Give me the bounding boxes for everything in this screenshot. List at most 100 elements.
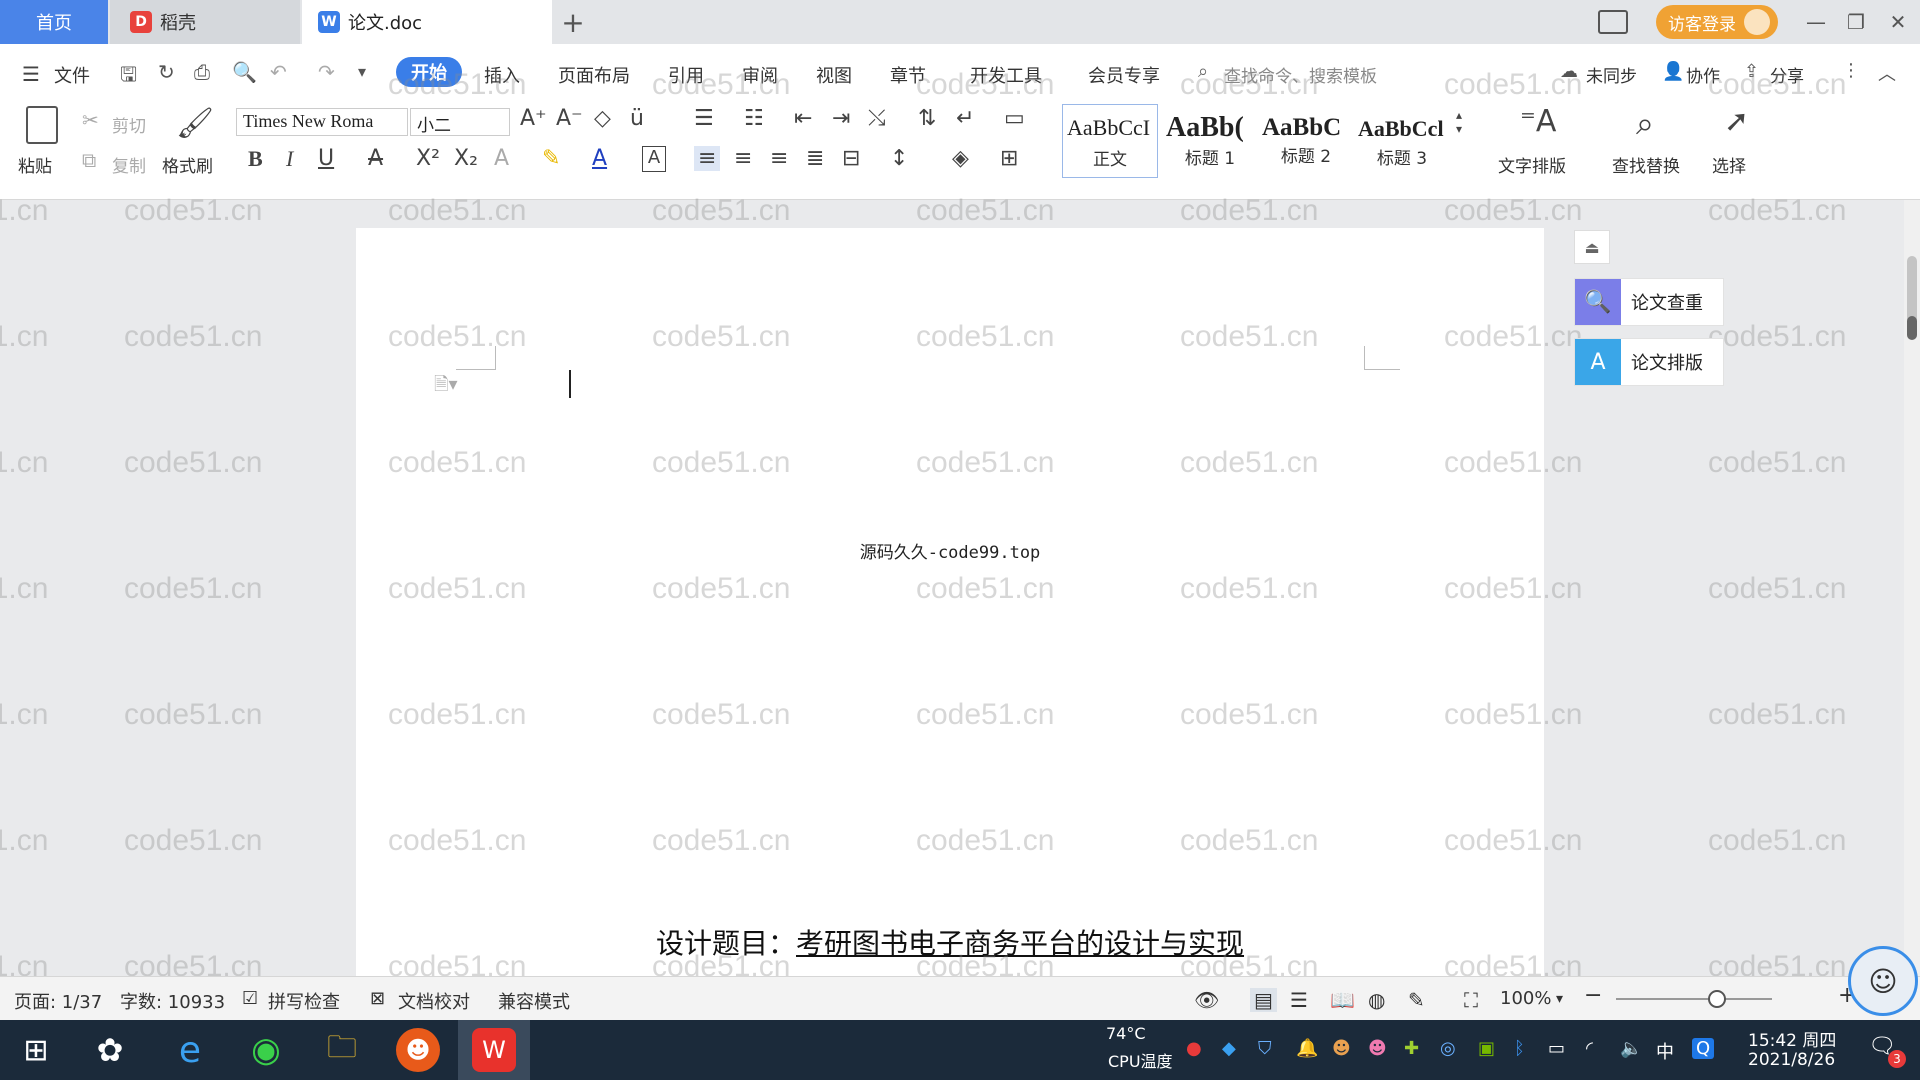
zoom-out-icon[interactable]: − bbox=[1584, 983, 1602, 1008]
side-panel-collapse-icon[interactable]: ⏏ bbox=[1574, 230, 1610, 264]
write-view-icon[interactable]: ✎ bbox=[1408, 988, 1425, 1012]
tab-document[interactable]: W 论文.doc bbox=[302, 0, 552, 44]
cut-icon[interactable]: ✂ bbox=[82, 108, 99, 132]
page-indicator[interactable]: 页面: 1/37 bbox=[14, 988, 102, 1014]
more-icon[interactable]: ⋮ bbox=[1842, 60, 1860, 81]
font-name-select[interactable]: Times New Roma bbox=[236, 108, 408, 136]
word-count[interactable]: 字数: 10933 bbox=[120, 988, 225, 1014]
shading-icon[interactable]: ◈ bbox=[952, 146, 969, 171]
clear-format-icon[interactable]: ◇ bbox=[594, 106, 611, 131]
tray-shield-icon[interactable]: ⛉ bbox=[1258, 1038, 1272, 1059]
print-preview-icon[interactable]: 🔍 bbox=[232, 60, 257, 84]
new-tab-button[interactable]: + bbox=[556, 0, 590, 44]
tab-devtools[interactable]: 开发工具 bbox=[970, 62, 1042, 88]
redo-icon[interactable]: ↷ bbox=[318, 60, 335, 84]
select-button[interactable]: 选择 bbox=[1712, 152, 1746, 177]
increase-indent-icon[interactable]: ⇥ bbox=[832, 106, 850, 131]
styles-more-icon[interactable]: ▴ ▾ bbox=[1456, 108, 1462, 136]
style-heading-2[interactable]: AaBbC 标题 2 bbox=[1258, 104, 1354, 178]
font-color-icon[interactable]: A bbox=[592, 146, 607, 171]
clock-time[interactable]: 15:42 周四 bbox=[1748, 1026, 1836, 1051]
style-normal[interactable]: AaBbCcI 正文 bbox=[1062, 104, 1158, 178]
align-left-icon[interactable]: ≡ bbox=[694, 146, 721, 171]
restore-icon[interactable]: ❐ bbox=[1836, 0, 1876, 44]
bold-icon[interactable]: B bbox=[248, 146, 263, 172]
zoom-slider-handle[interactable] bbox=[1708, 990, 1726, 1008]
find-replace-icon[interactable]: ⌕ bbox=[1636, 104, 1654, 143]
menu-file[interactable]: 文件 bbox=[54, 62, 90, 88]
show-marks-icon[interactable]: ↵ bbox=[956, 106, 974, 131]
wps-taskbar-active[interactable]: W bbox=[458, 1020, 530, 1080]
paragraph-options-icon[interactable]: 🗎▾ bbox=[434, 372, 458, 402]
nvidia-icon[interactable]: ▣ bbox=[1478, 1038, 1495, 1059]
share-button[interactable]: 分享 bbox=[1770, 62, 1804, 87]
tab-home[interactable]: 首页 bbox=[0, 0, 108, 44]
style-heading-3[interactable]: AaBbCcl 标题 3 bbox=[1354, 104, 1450, 178]
numbered-list-icon[interactable]: ☷ bbox=[744, 106, 764, 131]
minimize-icon[interactable]: — bbox=[1796, 0, 1836, 44]
tab-insert[interactable]: 插入 bbox=[484, 62, 520, 88]
export-icon[interactable]: ↻ bbox=[158, 60, 175, 84]
ime-indicator[interactable]: 中 bbox=[1656, 1038, 1674, 1064]
font-size-select[interactable]: 小二 bbox=[410, 108, 510, 136]
guest-login-button[interactable]: 访客登录 bbox=[1656, 5, 1778, 39]
align-right-icon[interactable]: ≡ bbox=[770, 146, 788, 171]
tray-app-red-icon[interactable]: ● bbox=[1186, 1038, 1202, 1059]
sort-icon[interactable]: ⇅ bbox=[918, 106, 936, 131]
text-layout-icon[interactable]: ⁼A bbox=[1520, 104, 1556, 139]
tab-page-layout[interactable]: 页面布局 bbox=[558, 62, 630, 88]
volume-icon[interactable]: 🔈 bbox=[1620, 1038, 1642, 1059]
bullet-list-icon[interactable]: ☰ bbox=[694, 106, 714, 131]
borders-icon[interactable]: ⊞ bbox=[1000, 146, 1018, 171]
zoom-slider[interactable] bbox=[1616, 998, 1772, 1000]
tray-q-icon[interactable]: Q bbox=[1692, 1038, 1715, 1059]
align-center-icon[interactable]: ≡ bbox=[734, 146, 752, 171]
highlight-icon[interactable]: ✎ bbox=[542, 146, 560, 171]
undo-icon[interactable]: ↶ bbox=[270, 60, 287, 84]
collab-button[interactable]: 协作 bbox=[1686, 62, 1720, 87]
tab-start[interactable]: 开始 bbox=[396, 57, 462, 87]
tab-reference[interactable]: 引用 bbox=[668, 62, 704, 88]
close-icon[interactable]: ✕ bbox=[1878, 0, 1918, 44]
tab-view[interactable]: 视图 bbox=[816, 62, 852, 88]
find-replace-button[interactable]: 查找替换 bbox=[1612, 152, 1680, 177]
eye-protect-icon[interactable]: 👁 bbox=[1194, 988, 1219, 1012]
page-view-icon[interactable]: ▤ bbox=[1250, 988, 1277, 1012]
ie-browser-icon[interactable]: e bbox=[168, 1028, 212, 1072]
bluetooth-icon[interactable]: ᛒ bbox=[1514, 1038, 1525, 1059]
format-painter-icon[interactable]: 🖌 bbox=[176, 106, 214, 141]
text-direction-icon[interactable]: ⤯ bbox=[868, 106, 886, 131]
battery-icon[interactable]: ▭ bbox=[1548, 1038, 1565, 1059]
decrease-indent-icon[interactable]: ⇤ bbox=[794, 106, 812, 131]
format-painter-button[interactable]: 格式刷 bbox=[162, 152, 213, 177]
grow-font-icon[interactable]: A⁺ bbox=[520, 106, 547, 131]
select-cursor-icon[interactable]: ➚ bbox=[1724, 104, 1749, 139]
hamburger-icon[interactable]: ☰ bbox=[22, 62, 40, 86]
save-icon[interactable]: 🖫 bbox=[120, 60, 137, 94]
char-border-icon[interactable]: A bbox=[642, 146, 666, 172]
outline-view-icon[interactable]: ☰ bbox=[1290, 988, 1308, 1012]
line-spacing-icon[interactable]: ↕ bbox=[890, 146, 908, 171]
copy-icon[interactable]: ⧉ bbox=[82, 148, 96, 172]
web-view-icon[interactable]: ◍ bbox=[1368, 988, 1385, 1012]
tab-review[interactable]: 审阅 bbox=[742, 62, 778, 88]
clock-date[interactable]: 2021/8/26 bbox=[1748, 1050, 1835, 1070]
tray-qq-icon[interactable]: ☻ bbox=[1332, 1038, 1351, 1059]
reading-view-icon[interactable]: 📖 bbox=[1330, 988, 1355, 1012]
assistant-avatar[interactable]: ☺ bbox=[1848, 946, 1918, 1016]
windows-start-icon[interactable]: ⊞ bbox=[14, 1028, 58, 1072]
paper-check-button[interactable]: 🔍 论文查重 bbox=[1574, 278, 1724, 326]
text-effect-icon[interactable]: A bbox=[494, 146, 509, 171]
style-heading-1[interactable]: AaBb( 标题 1 bbox=[1162, 104, 1258, 178]
fit-page-icon[interactable]: ⛶ bbox=[1464, 988, 1478, 1012]
shrink-font-icon[interactable]: A⁻ bbox=[556, 106, 583, 131]
recorder-app-icon[interactable]: ☻ bbox=[396, 1028, 440, 1072]
superscript-icon[interactable]: X² bbox=[416, 146, 440, 171]
text-layout-button[interactable]: 文字排版 bbox=[1498, 152, 1566, 177]
ruler-icon[interactable]: ▭ bbox=[1004, 106, 1025, 131]
command-search-input[interactable]: 查找命令、搜索模板 bbox=[1224, 62, 1377, 87]
paper-format-button[interactable]: A 论文排版 bbox=[1574, 338, 1724, 386]
document-page[interactable]: 🗎▾ 源码久久-code99.top 设计题目：考研图书电子商务平台的设计与实现 bbox=[356, 228, 1544, 988]
phonetic-icon[interactable]: ü bbox=[630, 106, 644, 131]
tray-pink-icon[interactable]: ☻ bbox=[1368, 1038, 1387, 1059]
